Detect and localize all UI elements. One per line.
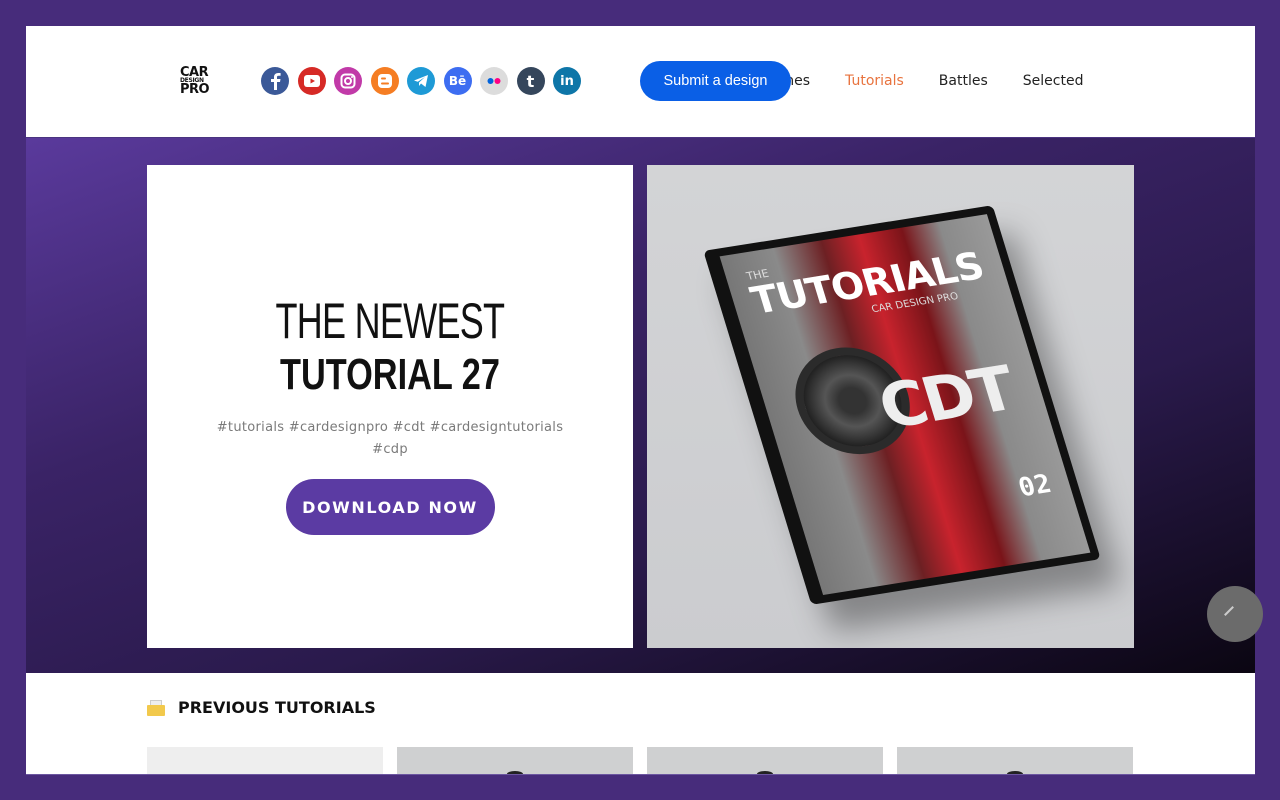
nav-links: zines Tutorials Battles Selected: [774, 61, 1118, 101]
main-nav: Submit a design zines Tutorials Battles …: [640, 61, 1160, 101]
site-logo[interactable]: CAR DESIGN PRO: [180, 66, 216, 100]
dvd-cover-art: THE TUTORIALS CAR DESIGN PRO CDT 02: [719, 214, 1091, 595]
tutorial-card[interactable]: [897, 747, 1133, 774]
linkedin-icon[interactable]: in: [553, 67, 581, 95]
tutorial-card[interactable]: [647, 747, 883, 774]
hero-title-light: THE NEWEST: [275, 293, 506, 349]
hero-text-panel: THE NEWEST TUTORIAL 27 #tutorials #carde…: [147, 165, 633, 648]
cover-issue-number: 02: [1014, 469, 1055, 504]
instagram-icon[interactable]: [334, 67, 362, 95]
submit-design-button[interactable]: Submit a design: [640, 61, 791, 101]
tumblr-icon[interactable]: t: [516, 67, 545, 95]
dvd-cover-image: THE TUTORIALS CAR DESIGN PRO CDT 02: [703, 205, 1101, 605]
previous-tutorials-grid: [147, 747, 1133, 774]
telegram-icon[interactable]: [407, 67, 435, 95]
folder-icon: [147, 699, 165, 716]
tutorial-card[interactable]: [147, 747, 383, 774]
flickr-icon[interactable]: [480, 67, 508, 95]
facebook-icon[interactable]: [261, 67, 289, 95]
frame-edge: [26, 774, 1255, 775]
logo-line-3: PRO: [180, 82, 210, 97]
social-links: Bē t in: [261, 67, 581, 95]
cover-title: TUTORIALS: [745, 243, 989, 323]
tutorial-card[interactable]: [397, 747, 633, 774]
cover-brand: CDT: [870, 352, 1022, 443]
behance-icon[interactable]: Bē: [443, 67, 472, 95]
nav-item-battles[interactable]: Battles: [939, 73, 988, 89]
site-header: CAR DESIGN PRO Bē t in Submit a design z…: [26, 26, 1255, 137]
hero-section: THE NEWEST TUTORIAL 27 #tutorials #carde…: [26, 137, 1255, 673]
download-now-button[interactable]: DOWNLOAD NOW: [285, 479, 495, 535]
previous-tutorials-title: PREVIOUS TUTORIALS: [178, 698, 376, 717]
scroll-to-top-button[interactable]: [1207, 586, 1263, 642]
page-viewport: CAR DESIGN PRO Bē t in Submit a design z…: [26, 26, 1255, 774]
blogger-icon[interactable]: [370, 67, 399, 95]
nav-item-tutorials[interactable]: Tutorials: [845, 73, 904, 89]
youtube-icon[interactable]: [297, 67, 326, 95]
hero-tags: #tutorials #cardesignpro #cdt #cardesign…: [216, 420, 564, 457]
hero-image-panel: THE TUTORIALS CAR DESIGN PRO CDT 02: [647, 165, 1134, 648]
hero-title-bold: TUTORIAL 27: [280, 350, 500, 399]
nav-item-selected[interactable]: Selected: [1023, 73, 1084, 89]
previous-tutorials-heading: PREVIOUS TUTORIALS: [147, 698, 376, 717]
